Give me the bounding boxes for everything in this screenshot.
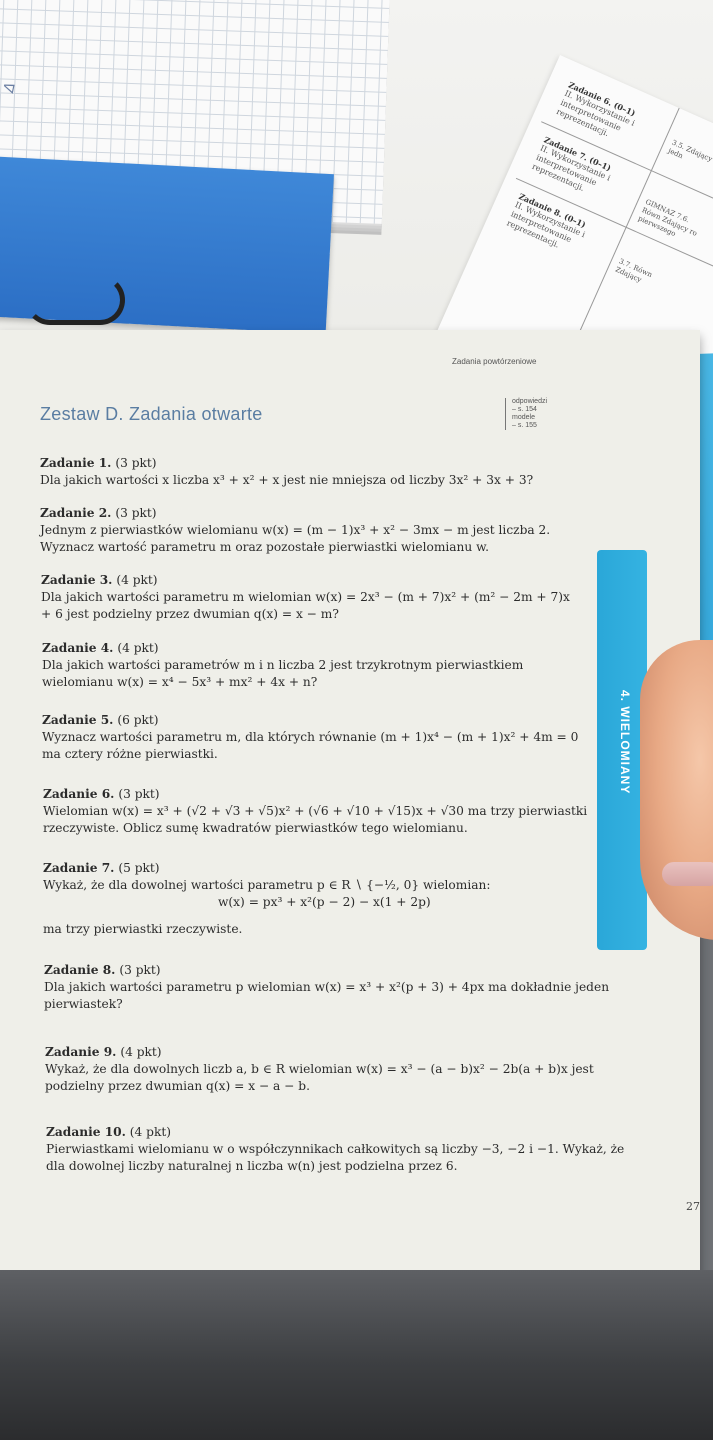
task-text: Wykaż, że dla dowolnych liczb a, b ∈ R w… (45, 1062, 594, 1093)
task-points: (6 pkt) (117, 713, 159, 727)
task-text: Dla jakich wartości x liczba x³ + x² + x… (40, 473, 534, 487)
task-2: Zadanie 2. (3 pkt) Jednym z pierwiastków… (40, 505, 575, 556)
fingernail (662, 862, 713, 886)
running-head: Zadania powtórzeniowe (452, 357, 537, 366)
task-5: Zadanie 5. (6 pkt) Wyznacz wartości para… (42, 712, 587, 763)
sheet-note: 3.7. Równ Zdający (614, 257, 654, 285)
sheet-note: 3.5. Zdający z jedn (666, 138, 713, 166)
cable (25, 275, 125, 325)
task-heading: Zadanie 6. (43, 787, 115, 801)
answers-line: odpowiedzi (512, 398, 548, 405)
task-text: Wykaż, że dla dowolnej wartości parametr… (43, 878, 491, 892)
task-heading: Zadanie 1. (40, 456, 112, 470)
textbook-page: Zadania powtórzeniowe Zestaw D. Zadania … (0, 330, 700, 1280)
task-points: (3 pkt) (119, 963, 161, 977)
task-heading: Zadanie 7. (43, 861, 115, 875)
task-points: (3 pkt) (115, 506, 157, 520)
task-heading: Zadanie 10. (46, 1125, 126, 1139)
task-text: Dla jakich wartości parametrów m i n lic… (42, 658, 524, 689)
answers-line: modele (512, 414, 535, 421)
set-title: Zestaw D. Zadania otwarte (40, 404, 263, 424)
photo-scene: Δ Zadanie 6. (0–1) II. Wykorzystanie i i… (0, 0, 713, 1440)
task-10: Zadanie 10. (4 pkt) Pierwiastkami wielom… (46, 1124, 641, 1175)
task-heading: Zadanie 9. (45, 1045, 117, 1059)
task-heading: Zadanie 3. (41, 573, 113, 587)
task-text: Dla jakich wartości parametru m wielomia… (41, 590, 570, 621)
task-text: Pierwiastkami wielomianu w o współczynni… (46, 1142, 625, 1173)
task-conclusion: ma trzy pierwiastki rzeczywiste. (43, 922, 243, 936)
task-7: Zadanie 7. (5 pkt) Wykaż, że dla dowolne… (43, 860, 593, 938)
task-6: Zadanie 6. (3 pkt) Wielomian w(x) = x³ +… (43, 786, 593, 837)
task-points: (3 pkt) (118, 787, 160, 801)
dark-floor (0, 1270, 713, 1440)
handwritten-note: Δ (1, 81, 19, 94)
task-points: (3 pkt) (115, 456, 157, 470)
task-text: Wyznacz wartości parametru m, dla któryc… (42, 730, 579, 761)
task-heading: Zadanie 5. (42, 713, 114, 727)
sheet-note: GIMNAZ 7.6. Równ Zdający ro pierwszego (636, 197, 699, 239)
task-points: (4 pkt) (129, 1125, 172, 1139)
page-number: 27 (686, 1200, 700, 1213)
task-3: Zadanie 3. (4 pkt) Dla jakich wartości p… (41, 572, 581, 623)
hand (640, 640, 713, 940)
task-points: (4 pkt) (117, 641, 159, 655)
task-points: (5 pkt) (118, 861, 160, 875)
answers-reference: odpowiedzi – s. 154 modele – s. 155 (505, 398, 547, 430)
task-heading: Zadanie 4. (42, 641, 114, 655)
task-formula: w(x) = px³ + x²(p − 2) − x(1 + 2p) (218, 895, 431, 909)
answers-line: – s. 154 (512, 406, 537, 413)
task-text: Jednym z pierwiastków wielomianu w(x) = … (40, 523, 551, 554)
task-text: Dla jakich wartości parametru p wielomia… (44, 980, 610, 1011)
task-heading: Zadanie 8. (44, 963, 116, 977)
task-9: Zadanie 9. (4 pkt) Wykaż, że dla dowolny… (45, 1044, 630, 1095)
task-8: Zadanie 8. (3 pkt) Dla jakich wartości p… (44, 962, 619, 1013)
task-points: (4 pkt) (120, 1045, 162, 1059)
chapter-tab-label: 4. WIELOMIANY (618, 690, 632, 795)
task-4: Zadanie 4. (4 pkt) Dla jakich wartości p… (42, 640, 587, 691)
answers-line: – s. 155 (512, 422, 537, 429)
task-1: Zadanie 1. (3 pkt) Dla jakich wartości x… (40, 455, 560, 489)
task-points: (4 pkt) (116, 573, 158, 587)
task-text: Wielomian w(x) = x³ + (√2 + √3 + √5)x² +… (43, 804, 588, 835)
task-heading: Zadanie 2. (40, 506, 112, 520)
